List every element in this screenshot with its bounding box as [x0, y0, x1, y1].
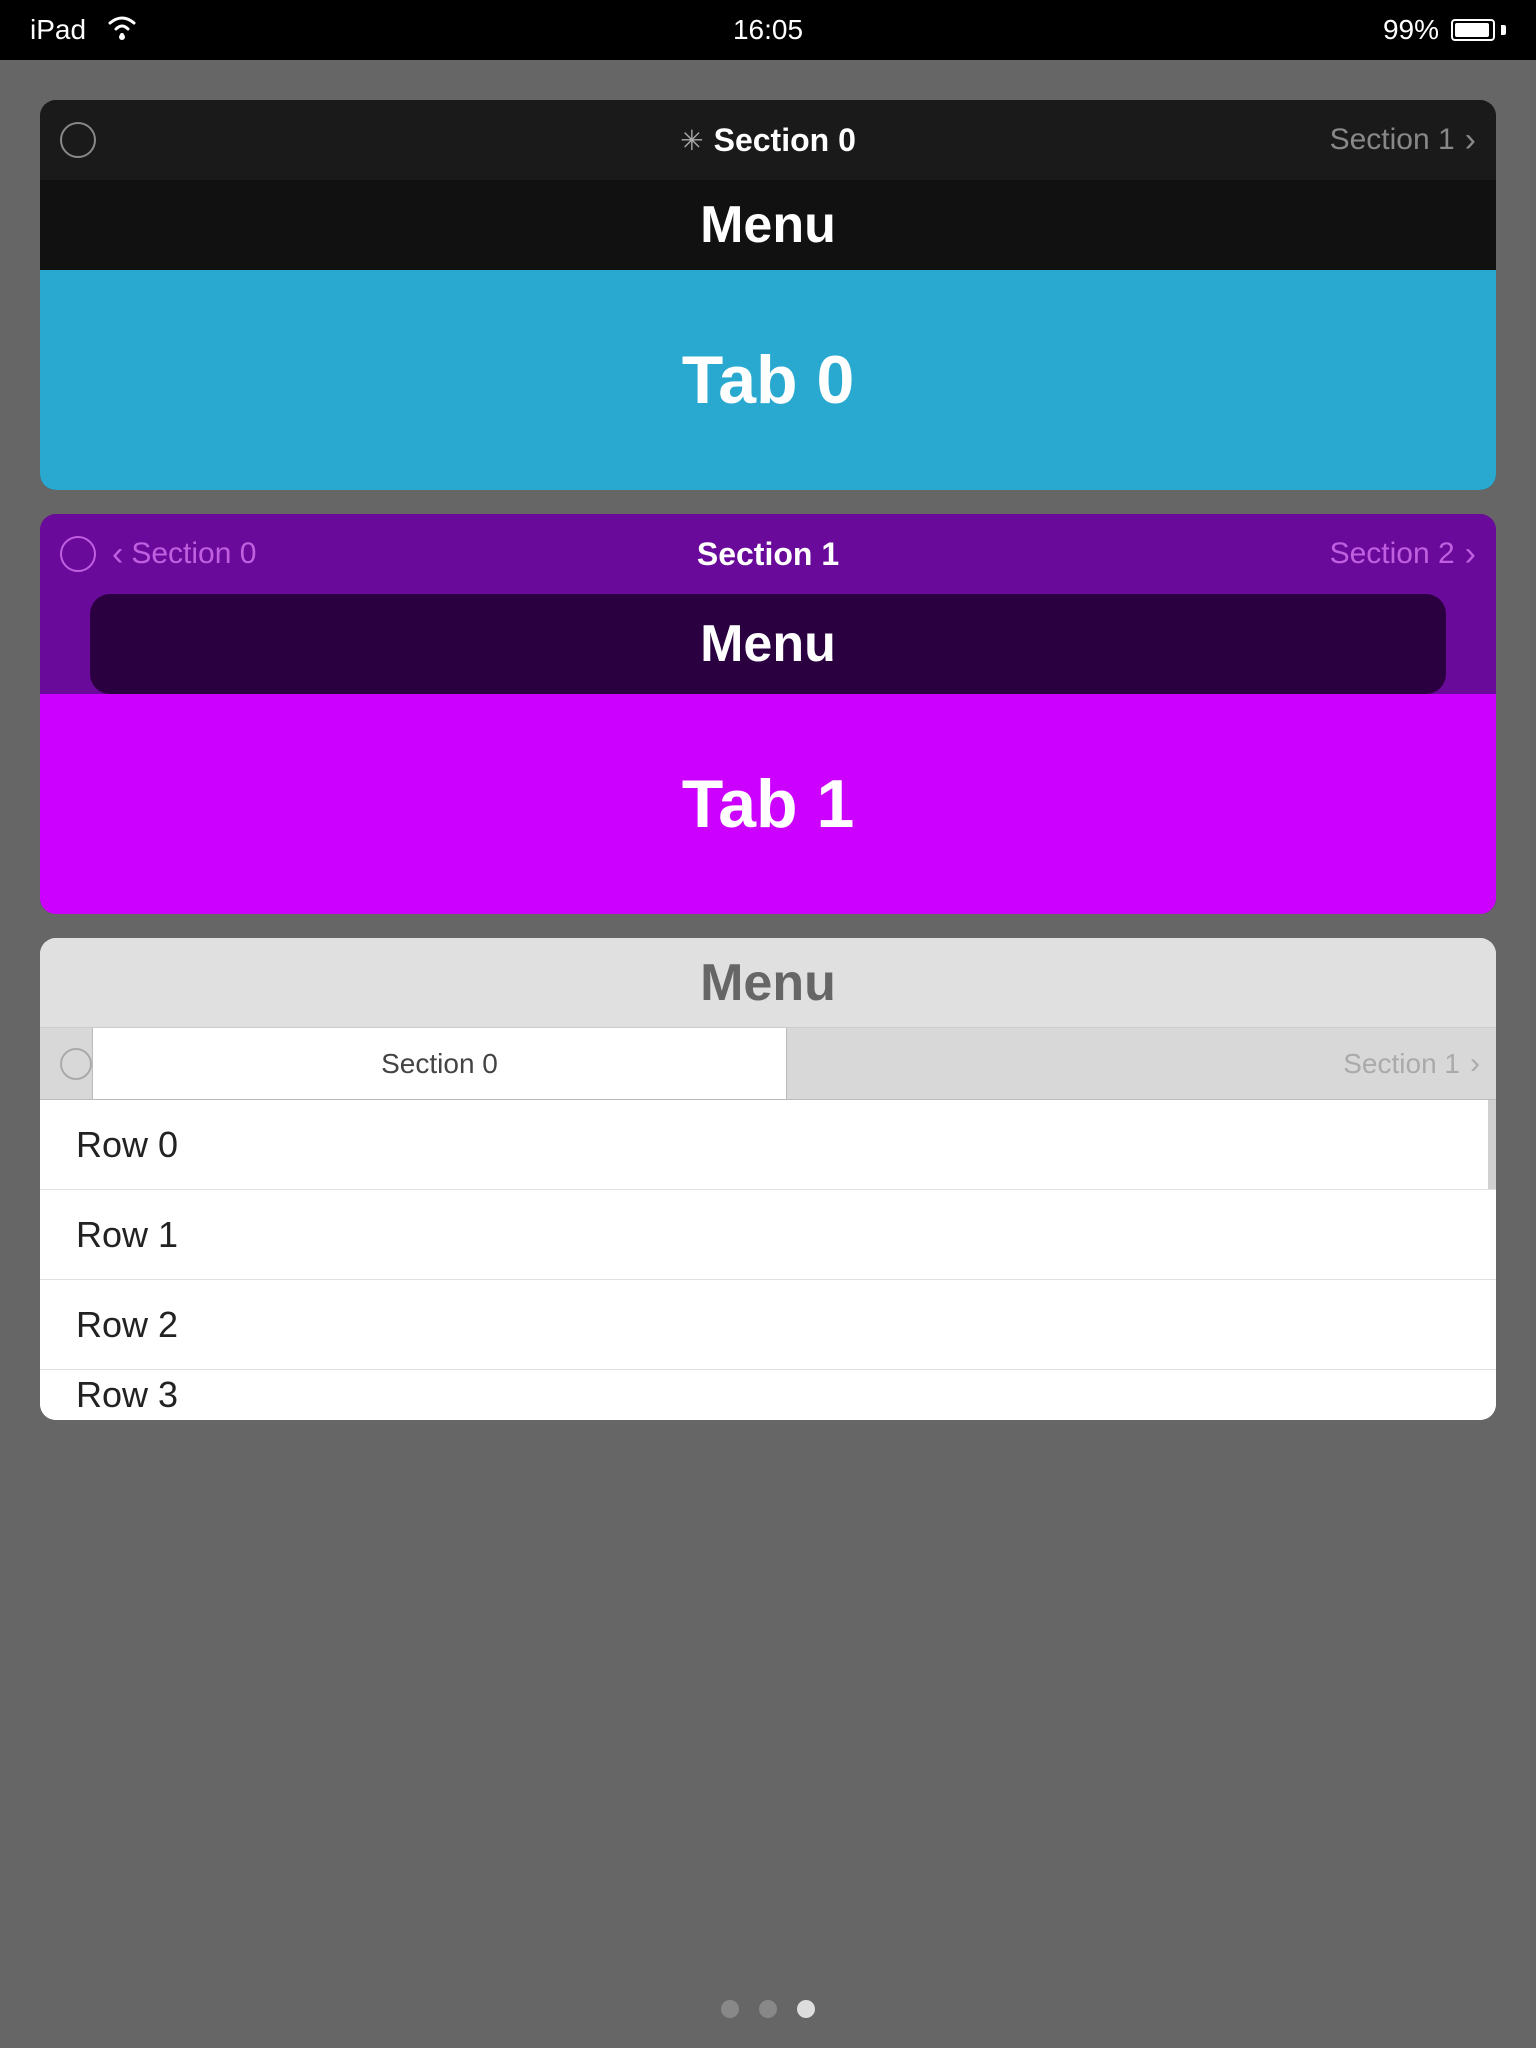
seg-prev-label-2: Section 0 [131, 537, 256, 571]
battery-icon [1451, 19, 1506, 41]
status-right: 99% [1383, 14, 1506, 46]
battery-percent: 99% [1383, 14, 1439, 46]
table-body: Row 0 Row 1 Row 2 Row 3 [40, 1100, 1496, 1420]
seg-circle-3 [60, 1048, 92, 1080]
seg-active-2: Section 1 [697, 536, 839, 573]
seg-section1-light[interactable]: Section 1 › [787, 1047, 1496, 1081]
seg-active-section-1: ✳ Section 0 [680, 122, 856, 159]
segmented-bar-3[interactable]: Section 0 Section 1 › [40, 1028, 1496, 1100]
row-label-3: Row 3 [76, 1374, 178, 1416]
scroll-indicator [1488, 1100, 1496, 1189]
menu-title-2: Menu [700, 614, 836, 674]
seg-chevron-3: › [1470, 1047, 1480, 1081]
seg-next-label-2: Section 2 [1330, 537, 1455, 571]
segmented-bar-1[interactable]: ✳ Section 0 Section 1 › [40, 100, 1496, 180]
table-row[interactable]: Row 0 [40, 1100, 1496, 1190]
widget-dark-cyan: ✳ Section 0 Section 1 › Menu Tab 0 [40, 100, 1496, 490]
wifi-icon [104, 13, 140, 48]
tab-1[interactable]: Tab 1 [40, 694, 1496, 914]
seg-section0-label: Section 0 [381, 1048, 498, 1080]
status-bar: iPad 16:05 99% [0, 0, 1536, 60]
row-label-1: Row 1 [76, 1214, 178, 1256]
table-row[interactable]: Row 1 [40, 1190, 1496, 1280]
menu-title-3: Menu [700, 953, 836, 1013]
carrier-label: iPad [30, 14, 86, 46]
table-row-partial: Row 3 [40, 1370, 1496, 1420]
tab-title-1: Tab 1 [682, 765, 855, 843]
seg-right-section-1[interactable]: Section 1 › [1330, 121, 1476, 160]
widget-purple: ‹ Section 0 Section 1 Section 2 › Menu T… [40, 514, 1496, 914]
seg-circle-2 [60, 536, 96, 572]
seg-chevron-left-2: ‹ [112, 535, 123, 574]
seg-circle-1 [60, 122, 96, 158]
status-left: iPad [30, 13, 140, 48]
menu-bar-2: Menu [90, 594, 1446, 694]
seg-chevron-right-1: › [1465, 121, 1476, 160]
widget-light-table: Menu Section 0 Section 1 › Row 0 Row 1 R… [40, 938, 1496, 1420]
seg-section1-label: Section 1 [1343, 1048, 1460, 1080]
page-dot-0[interactable] [721, 2000, 739, 2018]
seg-prev-2[interactable]: ‹ Section 0 [112, 535, 256, 574]
seg-active-label-2: Section 1 [697, 536, 839, 572]
menu-bar-3: Menu [40, 938, 1496, 1028]
menu-bar-1: Menu [40, 180, 1496, 270]
tab-0[interactable]: Tab 0 [40, 270, 1496, 490]
seg-next-label-1: Section 1 [1330, 123, 1455, 157]
seg-section0-light[interactable]: Section 0 [92, 1028, 787, 1099]
main-container: ✳ Section 0 Section 1 › Menu Tab 0 ‹ Sec… [0, 60, 1536, 2048]
tab-title-0: Tab 0 [682, 341, 855, 419]
page-dots [721, 2000, 815, 2018]
seg-asterisk-icon: ✳ [680, 124, 703, 157]
seg-right-2[interactable]: Section 2 › [1330, 535, 1476, 574]
seg-chevron-right-2: › [1465, 535, 1476, 574]
row-label-2: Row 2 [76, 1304, 178, 1346]
row-label-0: Row 0 [76, 1124, 178, 1166]
menu-title-1: Menu [700, 195, 836, 255]
status-time: 16:05 [733, 14, 803, 46]
page-dot-1[interactable] [759, 2000, 777, 2018]
page-dot-2[interactable] [797, 2000, 815, 2018]
segmented-bar-2[interactable]: ‹ Section 0 Section 1 Section 2 › [40, 514, 1496, 594]
seg-active-label-1: Section 0 [714, 122, 856, 159]
table-row[interactable]: Row 2 [40, 1280, 1496, 1370]
